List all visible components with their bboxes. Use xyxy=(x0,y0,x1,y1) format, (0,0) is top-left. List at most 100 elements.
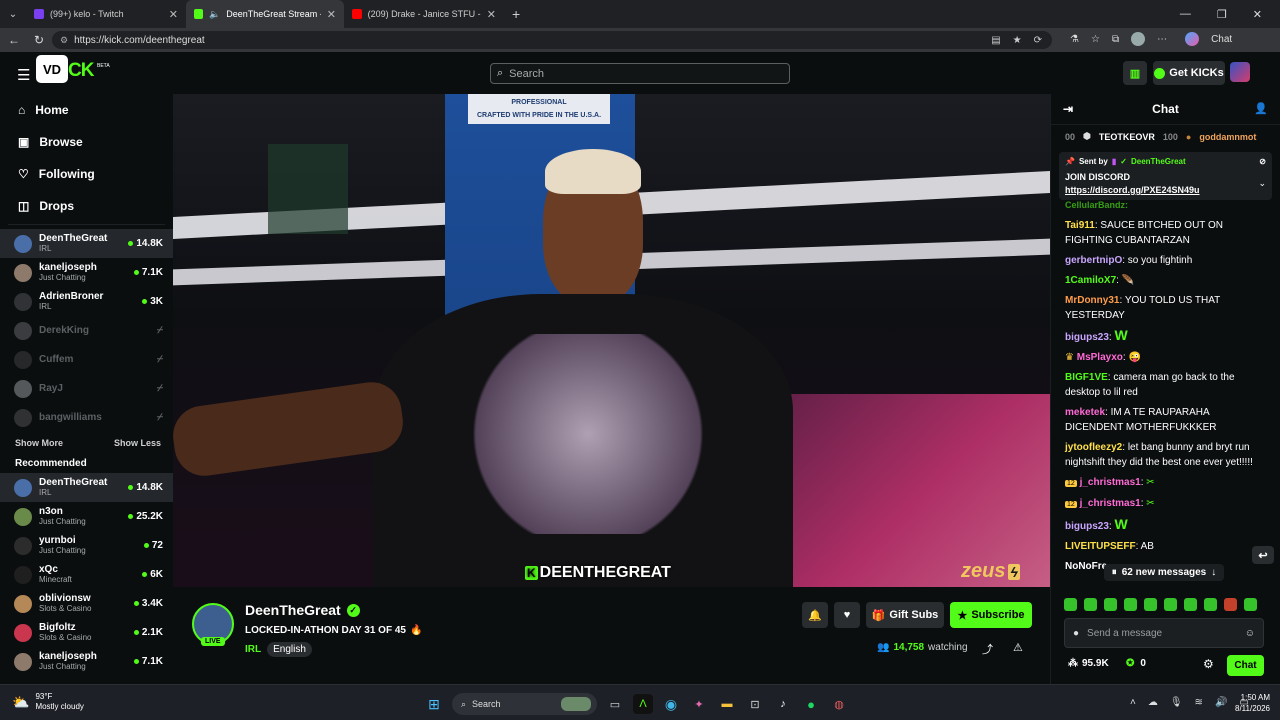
menu-icon[interactable]: ☰ xyxy=(17,66,30,84)
clock[interactable]: 1:50 AM 8/11/2026 xyxy=(1228,692,1270,714)
minimize-icon[interactable]: — xyxy=(1180,8,1191,21)
search-input[interactable]: ⌕ Search xyxy=(490,63,790,84)
microphone-icon[interactable]: 🎙 xyxy=(1170,697,1183,708)
close-window-icon[interactable]: ✕ xyxy=(1253,8,1262,21)
discord-link[interactable]: https://discord.gg/PXE24SN49u xyxy=(1065,185,1266,195)
emote-icon[interactable] xyxy=(1244,598,1257,611)
refresh-icon[interactable]: ↻ xyxy=(34,33,44,47)
kick-logo[interactable]: CK xyxy=(68,60,94,82)
send-chat-button[interactable]: Chat xyxy=(1227,655,1264,676)
collapse-chat-icon[interactable]: ⇥ xyxy=(1063,102,1073,116)
kicks-balance[interactable]: ⁂ 95.9K xyxy=(1068,658,1109,669)
tab-kick[interactable]: 🔈 DeenTheGreat Stream - Watch ✕ xyxy=(186,0,344,28)
emote-icon[interactable] xyxy=(1164,598,1177,611)
volume-icon[interactable]: 🔊 xyxy=(1215,697,1227,708)
url-field[interactable]: ⚙ https://kick.com/deenthegreat ▤ ★ ⟳ xyxy=(52,31,1052,49)
edge-icon[interactable]: ◉ xyxy=(661,694,681,714)
show-less-link[interactable]: Show Less xyxy=(114,438,161,448)
chrome-icon[interactable]: ◍ xyxy=(829,694,849,714)
emote-icon[interactable] xyxy=(1224,598,1237,611)
copilot-icon[interactable]: ✦ xyxy=(689,694,709,714)
maximize-icon[interactable]: ❐ xyxy=(1217,8,1227,21)
following-channel[interactable]: kaneljoseph Just Chatting 7.1K xyxy=(0,258,173,287)
chat-settings-icon[interactable]: ⚙ xyxy=(1203,657,1214,671)
tab-youtube[interactable]: (209) Drake - Janice STFU - YouTu ✕ xyxy=(344,0,504,28)
site-info-icon[interactable]: ⚙ xyxy=(60,35,68,46)
following-channel[interactable]: DerekKing ⌿ xyxy=(0,316,173,345)
chat-username[interactable]: bigups23 xyxy=(1065,332,1109,343)
category-link[interactable]: IRL xyxy=(245,644,261,655)
speaker-icon[interactable]: 🔈 xyxy=(209,9,220,20)
chat-username[interactable]: MsPlayxo xyxy=(1077,352,1123,363)
emote-icon[interactable] xyxy=(1144,598,1157,611)
chat-username[interactable]: j_christmas1 xyxy=(1080,477,1141,488)
following-channel[interactable]: RayJ ⌿ xyxy=(0,374,173,403)
follow-button[interactable]: ♥ xyxy=(834,602,860,628)
tab-list-button[interactable]: ⌄ xyxy=(0,0,26,28)
emote-icon[interactable] xyxy=(1064,598,1077,611)
close-icon[interactable]: ✕ xyxy=(327,8,336,21)
nav-following[interactable]: ♡ Following xyxy=(0,158,173,190)
tab-twitch[interactable]: (99+) kelo - Twitch ✕ xyxy=(26,0,186,28)
new-tab-button[interactable]: + xyxy=(504,0,528,28)
recommended-channel[interactable]: xQc Minecraft 6K xyxy=(0,560,173,589)
chat-users-icon[interactable]: 👤 xyxy=(1254,102,1268,115)
store-icon[interactable]: ⊡ xyxy=(745,694,765,714)
chat-username[interactable]: bigups23 xyxy=(1065,521,1109,532)
recommended-channel[interactable]: Bigfoltz Slots & Casino 2.1K xyxy=(0,618,173,647)
recommended-channel[interactable]: n3on Just Chatting 25.2K xyxy=(0,502,173,531)
emoji-icon[interactable]: ☺ xyxy=(1245,628,1255,639)
copilot-chat-label[interactable]: Chat xyxy=(1211,34,1232,45)
chat-username[interactable]: LIVEITUPSEFF xyxy=(1065,541,1136,552)
chat-input[interactable]: ● Send a message ☺ xyxy=(1064,618,1264,648)
chat-username[interactable]: 1CamiloX7 xyxy=(1065,275,1116,286)
chevron-down-icon[interactable]: ⌄ xyxy=(1258,178,1266,189)
chat-username[interactable]: meketek xyxy=(1065,407,1105,418)
wifi-icon[interactable]: ≋ xyxy=(1195,697,1203,708)
chevron-up-icon[interactable]: ˄ xyxy=(1130,697,1136,708)
reader-icon[interactable]: ▤ xyxy=(991,35,1000,46)
recommended-channel[interactable]: yurnboi Just Chatting 72 xyxy=(0,531,173,560)
close-icon[interactable]: ✕ xyxy=(487,8,496,21)
language-tag[interactable]: English xyxy=(267,642,312,657)
taskbar-search[interactable]: ⌕ Search xyxy=(452,693,597,715)
copilot-icon[interactable] xyxy=(1185,32,1200,46)
chat-username[interactable]: jytoofleezy2 xyxy=(1065,442,1122,453)
following-channel[interactable]: DeenTheGreat IRL 14.8K xyxy=(0,229,173,258)
emote-icon[interactable] xyxy=(1204,598,1217,611)
star-icon[interactable]: ★ xyxy=(1013,35,1022,46)
emote-icon[interactable] xyxy=(1124,598,1137,611)
recommended-channel[interactable]: oblivionsw Slots & Casino 3.4K xyxy=(0,589,173,618)
file-explorer-icon[interactable]: ▬ xyxy=(717,694,737,714)
chat-username[interactable]: j_christmas1 xyxy=(1080,498,1141,509)
profile-avatar[interactable] xyxy=(1131,32,1146,46)
recommended-channel[interactable]: DeenTheGreat IRL 14.8K xyxy=(0,473,173,502)
app-icon[interactable]: Λ xyxy=(633,694,653,714)
recommended-channel[interactable]: kaneljoseph Just Chatting 7.1K xyxy=(0,647,173,676)
task-view-icon[interactable]: ▭ xyxy=(605,694,625,714)
favorites-icon[interactable]: ☆ xyxy=(1091,34,1100,45)
new-messages-button[interactable]: ⏸ 62 new messages ↓ xyxy=(1104,564,1224,581)
chat-username[interactable]: gerbertnipO xyxy=(1065,255,1122,266)
nav-home[interactable]: ⌂ Home xyxy=(0,94,173,126)
close-icon[interactable]: ✕ xyxy=(169,8,178,21)
refresh-page-icon[interactable]: ⟳ xyxy=(1034,35,1042,46)
channel-name[interactable]: DeenTheGreat ✓ xyxy=(245,602,360,618)
emote-icon[interactable] xyxy=(1184,598,1197,611)
following-channel[interactable]: bangwilliams ⌿ xyxy=(0,403,173,432)
nav-browse[interactable]: ▣ Browse xyxy=(0,126,173,158)
get-kicks-button[interactable]: Get KICKs xyxy=(1153,61,1225,85)
channel-points[interactable]: ✪ 0 xyxy=(1126,658,1146,669)
report-icon[interactable]: ⚠ xyxy=(1013,641,1023,654)
show-more-link[interactable]: Show More xyxy=(15,438,63,448)
chat-username[interactable]: BIGF1VE xyxy=(1065,372,1108,383)
weather-widget[interactable]: ⛅ 93°F Mostly cloudy xyxy=(12,692,84,712)
tiktok-icon[interactable]: ♪ xyxy=(773,694,793,714)
emote-icon[interactable] xyxy=(1084,598,1097,611)
extensions-icon[interactable]: ⚗ xyxy=(1070,34,1079,45)
following-channel[interactable]: Cuffem ⌿ xyxy=(0,345,173,374)
unpin-icon[interactable]: ⊘ xyxy=(1259,157,1266,166)
back-icon[interactable]: ← xyxy=(8,33,20,47)
video-player[interactable]: PROFESSIONAL CRAFTED WITH PRIDE IN THE U… xyxy=(173,94,1050,587)
chat-username[interactable]: Tai911 xyxy=(1065,220,1095,231)
